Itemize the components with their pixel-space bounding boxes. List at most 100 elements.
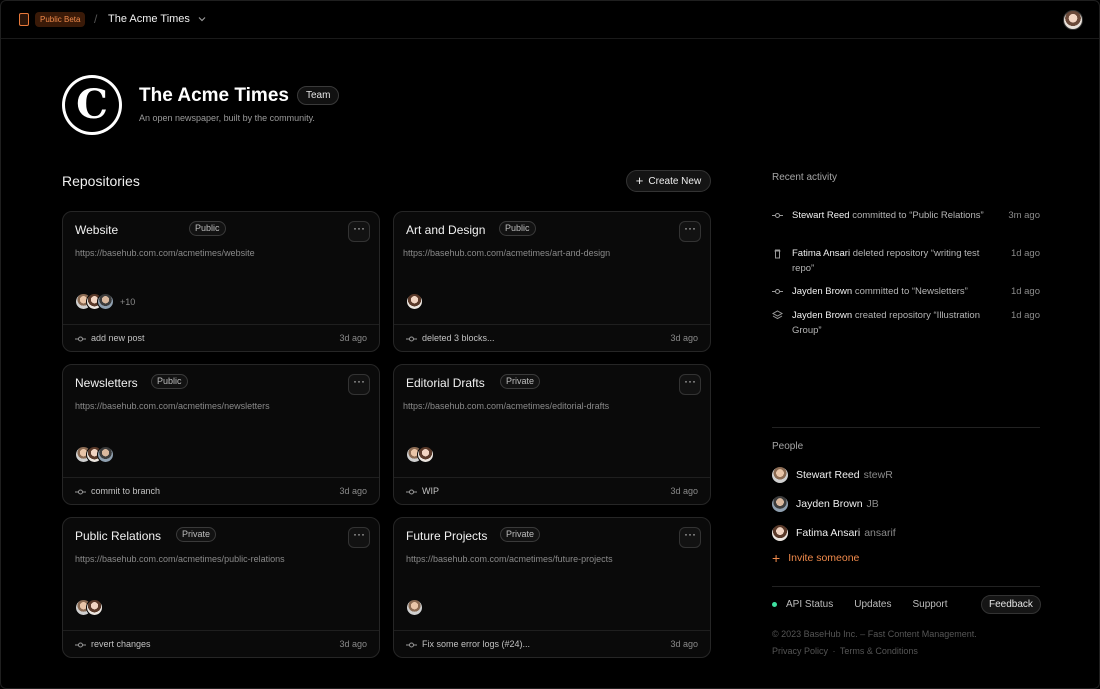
org-logo-letter: C	[65, 78, 119, 132]
repo-card[interactable]: Future Projects Private ··· https://base…	[393, 517, 711, 658]
avatar	[406, 599, 423, 616]
create-new-label: Create New	[648, 175, 702, 187]
more-options-button[interactable]: ···	[348, 374, 370, 395]
invite-label: Invite someone	[788, 552, 860, 564]
breadcrumb-org-name[interactable]: The Acme Times	[108, 13, 190, 25]
last-commit-message[interactable]: add new post	[91, 333, 145, 343]
person-item[interactable]: Fatima Ansari ansarif	[772, 524, 896, 541]
last-commit-time: 3d ago	[670, 486, 698, 496]
repo-card[interactable]: Website Public ··· https://basehub.com.c…	[62, 211, 380, 352]
activity-text: Jayden Brown created repository “Illustr…	[792, 308, 997, 338]
repo-card[interactable]: Editorial Drafts Private ··· https://bas…	[393, 364, 711, 505]
org-description: An open newspaper, built by the communit…	[139, 113, 315, 123]
activity-item[interactable]: Jayden Brown committed to “Newsletters” …	[772, 284, 1040, 299]
team-badge: Team	[297, 86, 340, 105]
last-commit-message[interactable]: Fix some error logs (#24)...	[422, 639, 530, 649]
beta-badge: Public Beta	[35, 12, 86, 27]
user-avatar[interactable]	[1063, 10, 1083, 30]
more-options-button[interactable]: ···	[679, 527, 701, 548]
support-link[interactable]: Support	[913, 599, 948, 610]
activity-time: 3m ago	[1008, 210, 1040, 221]
visibility-badge: Public	[189, 221, 226, 236]
commit-icon	[75, 642, 86, 648]
card-footer: deleted 3 blocks... 3d ago	[394, 324, 710, 352]
person-name: Jayden Brown	[796, 497, 863, 510]
commit-icon	[772, 289, 783, 294]
commit-icon	[75, 336, 86, 342]
repo-name[interactable]: Public Relations	[75, 529, 161, 543]
activity-text: Fatima Ansari deleted repository “writin…	[792, 246, 997, 276]
activity-actor: Stewart Reed	[792, 210, 850, 221]
visibility-badge: Private	[500, 527, 541, 542]
visibility-badge: Private	[500, 374, 541, 389]
create-new-button[interactable]: + Create New	[626, 170, 711, 192]
last-commit-message[interactable]: WIP	[422, 486, 439, 496]
commit-icon	[772, 213, 783, 218]
repo-card[interactable]: Public Relations Private ··· https://bas…	[62, 517, 380, 658]
avatar	[97, 446, 114, 463]
last-commit-time: 3d ago	[670, 333, 698, 343]
avatar	[97, 293, 114, 310]
last-commit-message[interactable]: commit to branch	[91, 486, 160, 496]
repo-url: https://basehub.com.com/acmetimes/newsle…	[75, 401, 270, 411]
activity-item[interactable]: Jayden Brown created repository “Illustr…	[772, 308, 1040, 338]
updates-link[interactable]: Updates	[854, 599, 891, 610]
last-commit-message[interactable]: revert changes	[91, 639, 151, 649]
person-item[interactable]: Stewart Reed stewR	[772, 466, 893, 483]
more-options-button[interactable]: ···	[679, 221, 701, 242]
activity-text: Stewart Reed committed to “Public Relati…	[792, 208, 997, 223]
trash-icon	[774, 249, 781, 259]
footer-links: API Status Updates Support	[772, 595, 969, 613]
avatar	[772, 495, 788, 512]
avatar	[772, 466, 788, 483]
privacy-policy-link[interactable]: Privacy Policy	[772, 646, 828, 656]
feedback-button[interactable]: Feedback	[981, 595, 1041, 614]
contributors	[406, 599, 423, 616]
visibility-badge: Public	[499, 221, 536, 236]
layers-icon	[772, 310, 783, 320]
invite-someone-button[interactable]: + Invite someone	[772, 551, 860, 565]
repo-name[interactable]: Future Projects	[406, 529, 487, 543]
person-name: Stewart Reed	[796, 468, 860, 481]
last-commit-message[interactable]: deleted 3 blocks...	[422, 333, 495, 343]
repo-card[interactable]: Newsletters Public ··· https://basehub.c…	[62, 364, 380, 505]
repo-card[interactable]: Art and Design Public ··· https://basehu…	[393, 211, 711, 352]
person-handle: stewR	[863, 468, 893, 481]
person-item[interactable]: Jayden Brown JB	[772, 495, 879, 512]
card-footer: revert changes 3d ago	[63, 630, 379, 658]
more-options-button[interactable]: ···	[679, 374, 701, 395]
card-footer: Fix some error logs (#24)... 3d ago	[394, 630, 710, 658]
repo-name[interactable]: Newsletters	[75, 376, 138, 390]
commit-icon	[406, 336, 417, 342]
terms-link[interactable]: Terms & Conditions	[840, 646, 918, 656]
repositories-heading: Repositories	[62, 173, 140, 189]
repo-name[interactable]: Website	[75, 223, 118, 237]
basehub-logo-icon[interactable]	[19, 13, 29, 26]
legal-separator: ·	[832, 646, 836, 656]
activity-item[interactable]: Stewart Reed committed to “Public Relati…	[772, 208, 1040, 238]
card-footer: commit to branch 3d ago	[63, 477, 379, 505]
repo-name[interactable]: Editorial Drafts	[406, 376, 485, 390]
more-options-button[interactable]: ···	[348, 221, 370, 242]
repo-name[interactable]: Art and Design	[406, 223, 485, 237]
activity-time: 1d ago	[1010, 310, 1040, 321]
page-title: The Acme Times	[139, 85, 289, 106]
activity-actor: Jayden Brown	[792, 286, 853, 297]
last-commit-time: 3d ago	[339, 639, 367, 649]
avatar	[406, 293, 423, 310]
api-status-link[interactable]: API Status	[786, 599, 833, 610]
visibility-badge: Public	[151, 374, 188, 389]
card-footer: add new post 3d ago	[63, 324, 379, 352]
chevron-down-icon[interactable]	[197, 14, 207, 24]
divider	[772, 586, 1040, 587]
more-options-button[interactable]: ···	[348, 527, 370, 548]
activity-action: committed to “Public Relations”	[849, 210, 984, 221]
recent-activity-heading: Recent activity	[772, 172, 838, 183]
repo-url: https://basehub.com.com/acmetimes/editor…	[403, 401, 610, 411]
people-heading: People	[772, 441, 804, 452]
person-handle: JB	[866, 497, 879, 510]
plus-icon: +	[635, 173, 644, 188]
activity-item[interactable]: Fatima Ansari deleted repository “writin…	[772, 246, 1040, 276]
activity-text: Jayden Brown committed to “Newsletters”	[792, 284, 997, 299]
contributors	[406, 293, 423, 310]
